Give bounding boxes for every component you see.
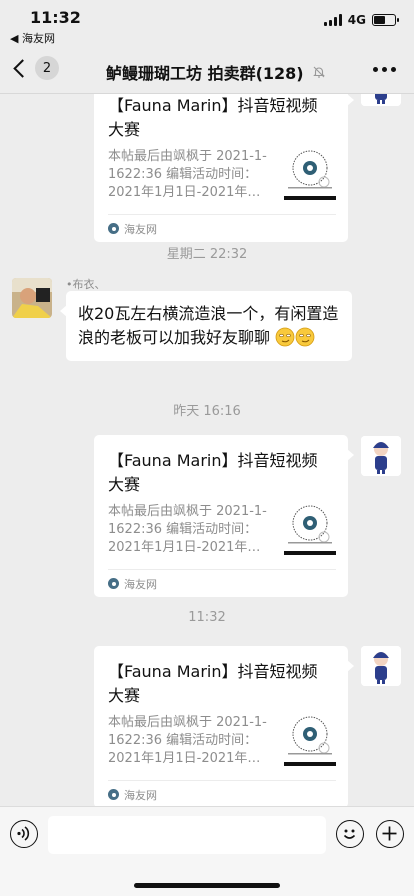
card-title: 【Fauna Marin】抖音短视频大赛 xyxy=(108,96,318,139)
qr-code-thumbnail xyxy=(284,148,336,200)
qr-code-thumbnail xyxy=(284,714,336,766)
chat-title: 鲈鳗珊瑚工坊 拍卖群(128) xyxy=(106,60,326,84)
battery-icon xyxy=(372,14,399,26)
card-description: 本帖最后由飒枫于 2021-1-1622:36 编辑活动时间：2021年1月1日… xyxy=(108,149,267,200)
status-indicators: 4G xyxy=(323,13,399,27)
message-input[interactable] xyxy=(48,816,326,854)
link-card-message[interactable]: 【Fauna Marin】抖音短视频大赛 本帖最后由飒枫于 2021-1-162… xyxy=(94,435,354,597)
card-source-label: 海友网 xyxy=(124,577,157,591)
signal-icon xyxy=(323,14,342,26)
smirk-emoji-icon xyxy=(295,327,315,347)
input-bar xyxy=(0,806,414,896)
chevron-left-icon xyxy=(13,58,32,78)
message-timestamp: 星期二 22:32 xyxy=(166,247,248,262)
chat-title-text: 鲈鳗珊瑚工坊 拍卖群(128) xyxy=(106,64,304,83)
source-app-icon xyxy=(108,789,119,800)
card-source: 海友网 xyxy=(108,569,336,597)
text-message[interactable]: 收20瓦左右横流造浪一个，有闲置造浪的老板可以加我好友聊聊 xyxy=(60,291,352,361)
message-list[interactable]: 【Fauna Marin】抖音短视频大赛 本帖最后由飒枫于 2021-1-162… xyxy=(0,94,414,806)
unread-badge: 2 xyxy=(35,56,59,80)
back-to-app-link[interactable]: ◀ 海友网 xyxy=(10,30,55,46)
home-indicator xyxy=(134,883,280,888)
card-title: 【Fauna Marin】抖音短视频大赛 xyxy=(108,662,318,705)
card-source: 海友网 xyxy=(108,780,336,806)
card-description: 本帖最后由飒枫于 2021-1-1622:36 编辑活动时间：2021年1月1日… xyxy=(108,504,267,555)
card-source: 海友网 xyxy=(108,214,336,242)
link-card-message[interactable]: 【Fauna Marin】抖音短视频大赛 本帖最后由飒枫于 2021-1-162… xyxy=(94,94,354,242)
source-app-icon xyxy=(108,223,119,234)
card-title: 【Fauna Marin】抖音短视频大赛 xyxy=(108,451,318,494)
qr-code-thumbnail xyxy=(284,503,336,555)
card-source-label: 海友网 xyxy=(124,222,157,236)
voice-icon[interactable] xyxy=(10,820,38,848)
more-icon[interactable] xyxy=(373,67,396,72)
card-description: 本帖最后由飒枫于 2021-1-1622:36 编辑活动时间：2021年1月1日… xyxy=(108,715,267,766)
plus-icon[interactable] xyxy=(376,820,404,848)
link-card-message[interactable]: 【Fauna Marin】抖音短视频大赛 本帖最后由飒枫于 2021-1-162… xyxy=(94,646,354,806)
card-source-label: 海友网 xyxy=(124,788,157,802)
muted-bell-icon xyxy=(312,66,325,78)
status-bar: 11:32 ◀ 海友网 4G xyxy=(0,0,414,46)
avatar-self[interactable] xyxy=(361,646,401,686)
sender-name: •布衣、 xyxy=(66,278,106,291)
network-type: 4G xyxy=(347,13,366,27)
emoji-icon[interactable] xyxy=(336,820,364,848)
back-button[interactable]: 2 xyxy=(10,56,59,80)
status-time: 11:32 xyxy=(30,8,81,27)
avatar-sender[interactable] xyxy=(12,278,52,318)
message-timestamp: 昨天 16:16 xyxy=(173,404,241,419)
avatar-self[interactable] xyxy=(361,94,401,106)
source-app-icon xyxy=(108,578,119,589)
smirk-emoji-icon xyxy=(275,327,295,347)
chat-header: 2 鲈鳗珊瑚工坊 拍卖群(128) xyxy=(0,46,414,94)
message-timestamp: 11:32 xyxy=(188,610,226,625)
avatar-self[interactable] xyxy=(361,436,401,476)
